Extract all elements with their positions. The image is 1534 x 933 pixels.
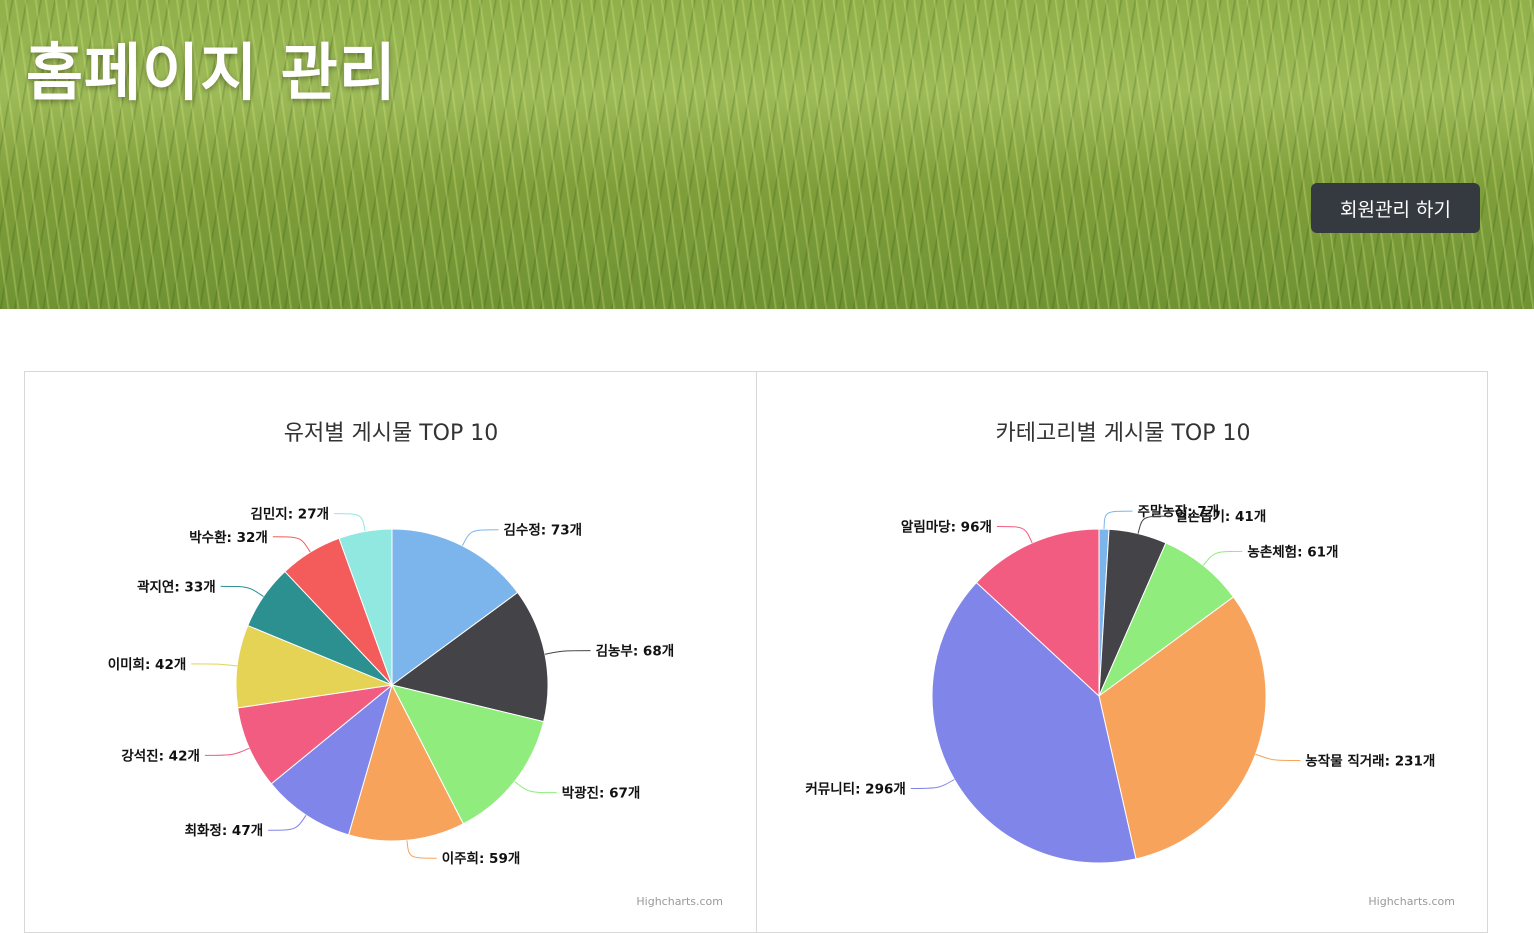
label-connector-10 xyxy=(334,513,366,532)
label-connector-5 xyxy=(910,779,955,789)
label-connector-6 xyxy=(204,747,250,756)
data-label-8: 곽지연: 33개 xyxy=(137,578,216,595)
highcharts-credit-link[interactable]: Highcharts.com xyxy=(1368,895,1455,908)
user-posts-pie-svg: 유저별 게시물 TOP 10 김수정: 73개김농부: 68개박광진: 67개이주… xyxy=(108,421,723,908)
label-connector-3 xyxy=(1202,550,1243,566)
data-label-3: 박광진: 67개 xyxy=(562,785,641,802)
label-connector-5 xyxy=(268,814,307,831)
chart-title: 유저별 게시물 TOP 10 xyxy=(284,421,498,446)
highcharts-credit-link[interactable]: Highcharts.com xyxy=(636,895,723,908)
data-label-3: 농촌체험: 61개 xyxy=(1247,543,1338,560)
label-connector-2 xyxy=(544,650,591,655)
hero-banner: 홈페이지 관리 회원관리 하기 xyxy=(0,0,1534,309)
page-title: 홈페이지 관리 xyxy=(26,36,397,109)
data-label-10: 김민지: 27개 xyxy=(250,506,329,523)
data-label-2: 일손돕기: 41개 xyxy=(1175,509,1266,525)
data-label-2: 김농부: 68개 xyxy=(596,644,675,660)
member-management-button[interactable]: 회원관리 하기 xyxy=(1311,183,1480,233)
chart-title: 카테고리별 게시물 TOP 10 xyxy=(996,421,1251,446)
data-label-6: 알림마당: 96개 xyxy=(901,518,992,535)
data-label-9: 박수환: 32개 xyxy=(189,529,268,546)
data-label-1: 김수정: 73개 xyxy=(503,522,582,539)
category-posts-chart: 카테고리별 게시물 TOP 10 주말농장: 7개 일손돕기: 41개 농촌체험: 6… xyxy=(756,371,1488,933)
label-connector-3 xyxy=(514,781,557,794)
category-posts-pie-svg: 카테고리별 게시물 TOP 10주말농장: 7개일손돕기: 41개농촌체험: 6… xyxy=(805,421,1455,908)
label-connector-6 xyxy=(996,525,1033,544)
data-label-5: 최화정: 47개 xyxy=(185,822,264,839)
label-connector-8 xyxy=(220,585,264,597)
data-label-6: 강석진: 42개 xyxy=(121,747,200,764)
data-label-4: 이주희: 59개 xyxy=(442,850,521,867)
label-connector-9 xyxy=(272,536,311,553)
label-connector-4 xyxy=(1255,753,1301,762)
data-label-7: 이미희: 42개 xyxy=(108,656,187,673)
label-connector-4 xyxy=(406,840,437,859)
user-posts-chart: 유저별 게시물 TOP 10 김수정: 73개김농부: 68개박광진: 67개이주… xyxy=(24,371,757,933)
label-connector-7 xyxy=(191,663,238,667)
label-connector-1 xyxy=(461,529,499,547)
data-label-5: 커뮤니티: 296개 xyxy=(805,782,905,798)
data-label-4: 농작물 직거래: 231개 xyxy=(1305,753,1435,770)
label-connector-1 xyxy=(1103,510,1133,530)
